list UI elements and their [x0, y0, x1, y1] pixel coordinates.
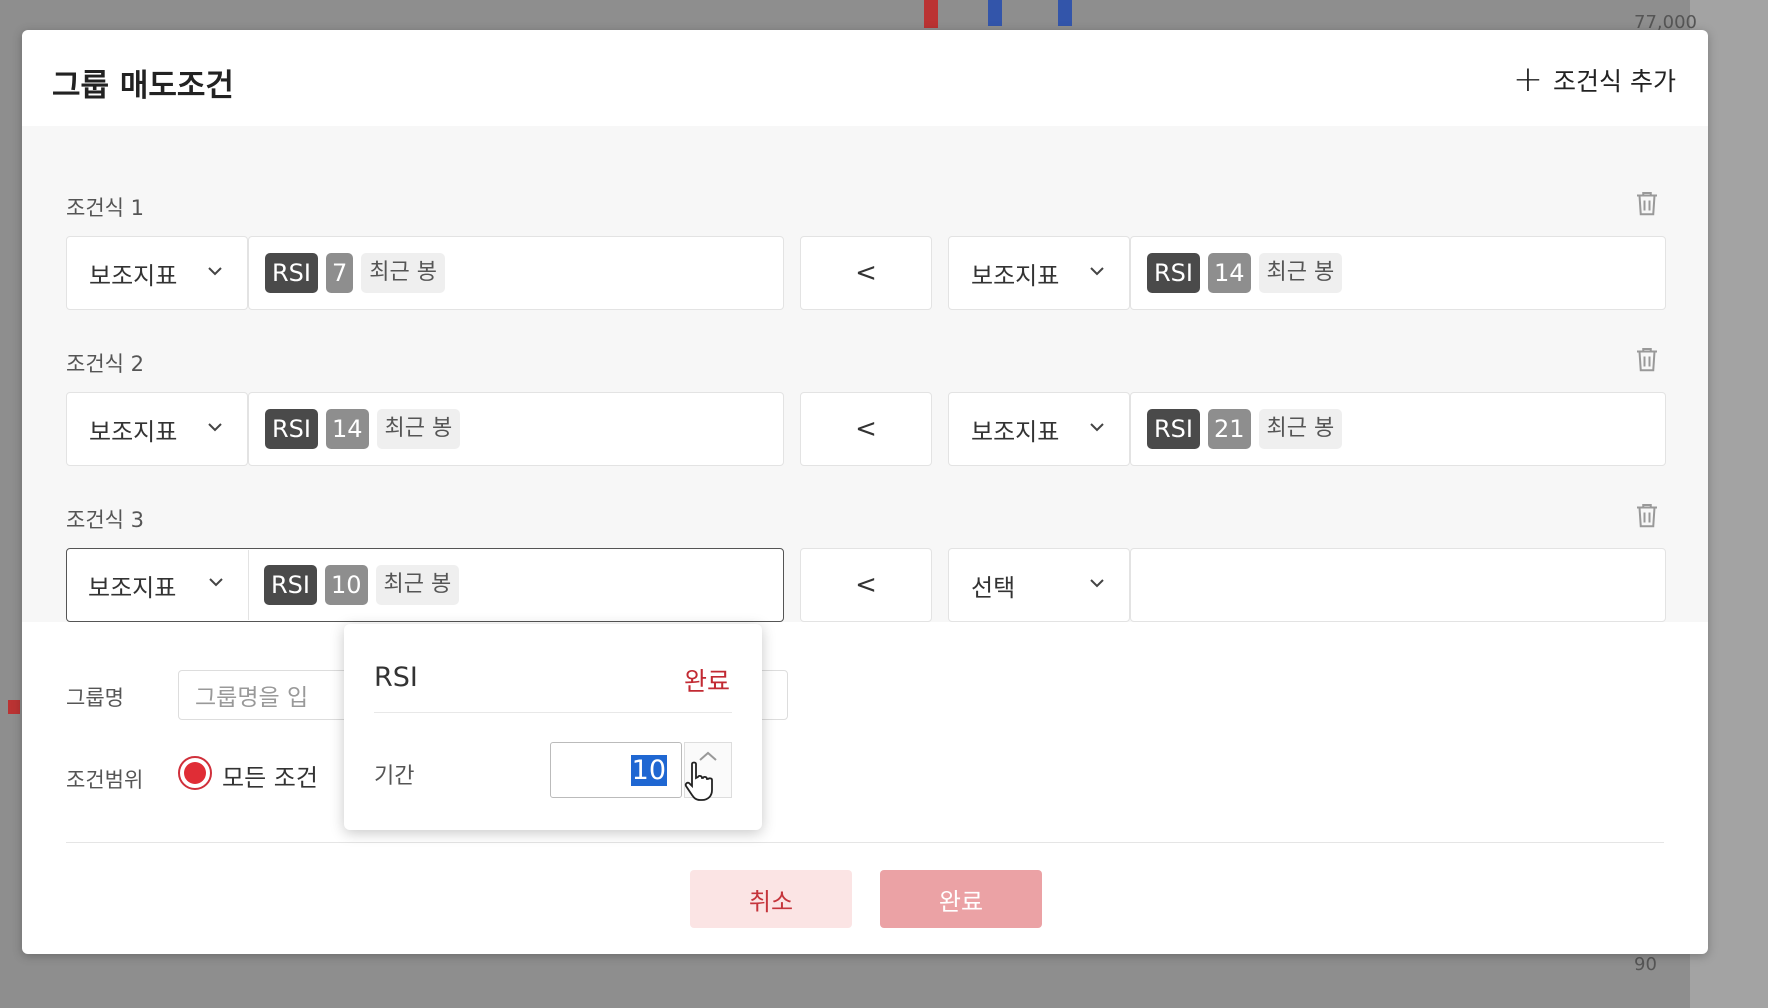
period-tag: 14	[1208, 253, 1251, 293]
sell-condition-dialog: 그룹 매도조건 + 조건식 추가 조건식 1 보조지표 RSI 7 최근 봉 <…	[22, 30, 1708, 954]
chevron-down-icon	[1090, 423, 1104, 432]
chevron-down-icon	[209, 578, 223, 587]
indicator-tag: RSI	[264, 565, 317, 605]
indicator-tag: RSI	[265, 409, 318, 449]
period-tag: 21	[1208, 409, 1251, 449]
condition-1-label: 조건식 1	[66, 196, 144, 220]
add-condition-label: 조건식 추가	[1553, 67, 1676, 96]
background-candle	[8, 700, 20, 714]
period-tag: 7	[326, 253, 354, 293]
bar-tag: 최근 봉	[1258, 253, 1343, 293]
scope-label: 조건범위	[66, 768, 144, 792]
popover-done-button[interactable]: 완료	[684, 662, 730, 698]
select-value: 보조지표	[971, 417, 1060, 446]
chevron-down-icon	[208, 423, 222, 432]
condition-1-right-indicator[interactable]: RSI 14 최근 봉	[1130, 236, 1666, 310]
select-value: 보조지표	[971, 261, 1060, 290]
indicator-tag: RSI	[265, 253, 318, 293]
group-name-label: 그룹명	[66, 686, 124, 710]
background-candle	[924, 0, 938, 28]
done-button[interactable]: 완료	[880, 870, 1042, 928]
radio-selected-dot	[184, 762, 206, 784]
condition-3-right-indicator[interactable]	[1130, 548, 1666, 622]
condition-2-left-indicator[interactable]: RSI 14 최근 봉	[248, 392, 784, 466]
period-value-selected: 10	[630, 754, 667, 786]
chevron-down-icon	[1090, 267, 1104, 276]
dialog-header: 그룹 매도조건 + 조건식 추가	[22, 30, 1708, 126]
chevron-down-icon	[208, 267, 222, 276]
footer-divider	[66, 842, 1664, 843]
condition-3-operator-select[interactable]: <	[800, 548, 932, 622]
select-value: 보조지표	[89, 261, 178, 290]
background-candle	[988, 0, 1002, 26]
add-condition-button[interactable]: + 조건식 추가	[1513, 62, 1676, 98]
popover-divider	[374, 712, 732, 713]
condition-3-left-indicator[interactable]: RSI 10 최근 봉	[248, 548, 800, 622]
condition-1-operator-select[interactable]: <	[800, 236, 932, 310]
plus-icon: +	[1512, 59, 1544, 100]
condition-3-right-type-select[interactable]: 선택	[948, 548, 1130, 622]
select-value: 보조지표	[89, 417, 178, 446]
condition-2-right-indicator[interactable]: RSI 21 최근 봉	[1130, 392, 1666, 466]
hand-cursor-icon	[684, 761, 713, 801]
background-tick: 90	[1634, 954, 1657, 975]
condition-2-left-type-select[interactable]: 보조지표	[66, 392, 248, 466]
bar-tag: 최근 봉	[375, 565, 460, 605]
dialog-title: 그룹 매도조건	[52, 68, 234, 104]
group-name-placeholder: 그룹명을 입	[195, 685, 309, 711]
trash-icon[interactable]	[1632, 500, 1662, 530]
condition-2-right-type-select[interactable]: 보조지표	[948, 392, 1130, 466]
trash-icon[interactable]	[1632, 188, 1662, 218]
condition-1-right-type-select[interactable]: 보조지표	[948, 236, 1130, 310]
period-label: 기간	[374, 764, 415, 789]
scope-all-radio[interactable]	[178, 756, 212, 790]
conditions-list: 조건식 1 보조지표 RSI 7 최근 봉 < 보조지표 RSI 14 최근 봉…	[22, 126, 1708, 622]
period-tag: 14	[326, 409, 369, 449]
condition-3-label: 조건식 3	[66, 508, 144, 532]
condition-2-label: 조건식 2	[66, 352, 144, 376]
condition-3-left-type-select[interactable]: 보조지표	[66, 548, 248, 622]
background-candle	[1058, 0, 1072, 26]
cancel-button[interactable]: 취소	[690, 870, 852, 928]
indicator-tag: RSI	[1147, 253, 1200, 293]
period-tag: 10	[325, 565, 368, 605]
chevron-down-icon	[1090, 579, 1104, 588]
bar-tag: 최근 봉	[361, 253, 445, 293]
trash-icon[interactable]	[1632, 344, 1662, 374]
condition-1-left-type-select[interactable]: 보조지표	[66, 236, 248, 310]
scope-all-label: 모든 조건	[222, 764, 318, 792]
select-value: 선택	[971, 573, 1016, 602]
indicator-tag: RSI	[1147, 409, 1200, 449]
popover-title: RSI	[374, 662, 418, 693]
bar-tag: 최근 봉	[376, 409, 461, 449]
period-input[interactable]: 10	[550, 742, 682, 798]
condition-2-operator-select[interactable]: <	[800, 392, 932, 466]
bar-tag: 최근 봉	[1258, 409, 1343, 449]
condition-1-left-indicator[interactable]: RSI 7 최근 봉	[248, 236, 784, 310]
operator-value: <	[855, 258, 877, 288]
operator-value: <	[855, 414, 877, 444]
select-value: 보조지표	[88, 573, 177, 602]
operator-value: <	[855, 570, 877, 600]
